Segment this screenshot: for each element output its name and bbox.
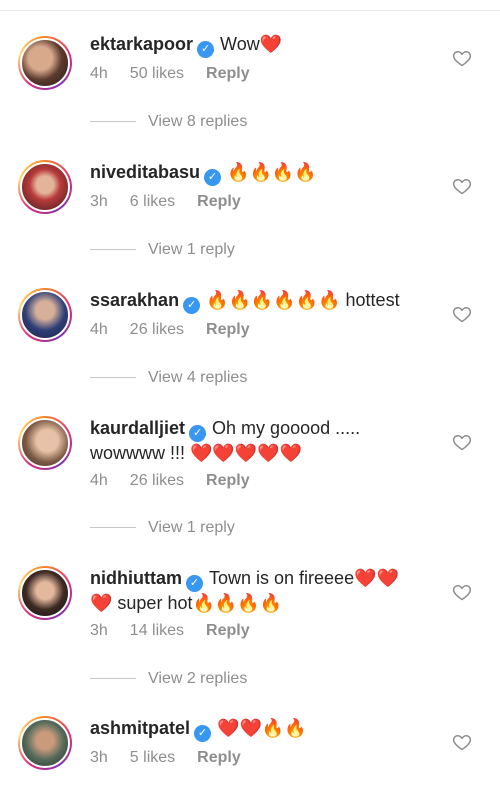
comment-meta: 4h 26 likes Reply — [90, 321, 272, 339]
view-replies-link[interactable]: View 2 replies — [90, 670, 247, 688]
comment-meta: 3h 6 likes Reply — [90, 193, 263, 211]
comment-username[interactable]: ashmitpatel — [90, 718, 190, 738]
heart-outline-icon[interactable] — [452, 432, 472, 452]
heart-outline-icon[interactable] — [452, 48, 472, 68]
avatar[interactable] — [18, 716, 72, 770]
comment-meta: 4h 50 likes Reply — [90, 65, 272, 83]
avatar[interactable] — [18, 416, 72, 470]
comment-likes[interactable]: 26 likes — [130, 472, 184, 489]
reply-button[interactable]: Reply — [206, 321, 250, 338]
comment-time: 3h — [90, 749, 108, 766]
heart-outline-icon[interactable] — [452, 732, 472, 752]
view-replies-link[interactable]: View 4 replies — [90, 369, 247, 387]
comment-username[interactable]: ssarakhan — [90, 290, 179, 310]
comment-time: 4h — [90, 472, 108, 489]
replies-dash — [90, 121, 136, 123]
verified-badge-icon: ✓ — [186, 575, 203, 592]
comment-likes[interactable]: 6 likes — [130, 193, 175, 210]
comment-text: 🔥🔥🔥🔥 — [227, 162, 317, 182]
reply-button[interactable]: Reply — [197, 749, 241, 766]
comment-likes[interactable]: 26 likes — [130, 321, 184, 338]
comment-likes[interactable]: 50 likes — [130, 65, 184, 82]
reply-button[interactable]: Reply — [206, 472, 250, 489]
view-replies-link[interactable]: View 1 reply — [90, 519, 235, 537]
top-divider — [0, 10, 500, 11]
comment-time: 4h — [90, 65, 108, 82]
comment-username[interactable]: niveditabasu — [90, 162, 200, 182]
reply-button[interactable]: Reply — [206, 65, 250, 82]
comment-username[interactable]: ektarkapoor — [90, 34, 193, 54]
replies-dash — [90, 249, 136, 251]
avatar[interactable] — [18, 160, 72, 214]
comment-time: 3h — [90, 193, 108, 210]
reply-button[interactable]: Reply — [206, 622, 250, 639]
replies-dash — [90, 527, 136, 529]
comment-username[interactable]: kaurdalljiet — [90, 418, 185, 438]
view-replies-link[interactable]: View 8 replies — [90, 113, 247, 131]
avatar[interactable] — [18, 566, 72, 620]
heart-outline-icon[interactable] — [452, 304, 472, 324]
comment-time: 3h — [90, 622, 108, 639]
comment-meta: 3h 14 likes Reply — [90, 622, 272, 640]
comment-text: 🔥🔥🔥🔥🔥🔥 hottest — [206, 290, 400, 310]
replies-dash — [90, 678, 136, 680]
verified-badge-icon: ✓ — [183, 297, 201, 314]
view-replies-link[interactable]: View 1 reply — [90, 241, 235, 259]
verified-badge-icon: ✓ — [204, 169, 222, 186]
comment-meta: 3h 5 likes Reply — [90, 749, 263, 767]
heart-outline-icon[interactable] — [452, 176, 472, 196]
comment-username[interactable]: nidhiuttam — [90, 568, 182, 588]
verified-badge-icon: ✓ — [197, 41, 215, 58]
comment-likes[interactable]: 5 likes — [130, 749, 175, 766]
heart-outline-icon[interactable] — [452, 582, 472, 602]
verified-badge-icon: ✓ — [189, 425, 207, 442]
replies-dash — [90, 377, 136, 379]
comment-text: ❤️❤️🔥🔥 — [217, 718, 307, 738]
avatar[interactable] — [18, 36, 72, 90]
reply-button[interactable]: Reply — [197, 193, 241, 210]
comment-text: Wow❤️ — [220, 34, 283, 54]
comment-likes[interactable]: 14 likes — [130, 622, 184, 639]
avatar[interactable] — [18, 288, 72, 342]
verified-badge-icon: ✓ — [194, 725, 212, 742]
comment-meta: 4h 26 likes Reply — [90, 472, 272, 490]
comment-time: 4h — [90, 321, 108, 338]
